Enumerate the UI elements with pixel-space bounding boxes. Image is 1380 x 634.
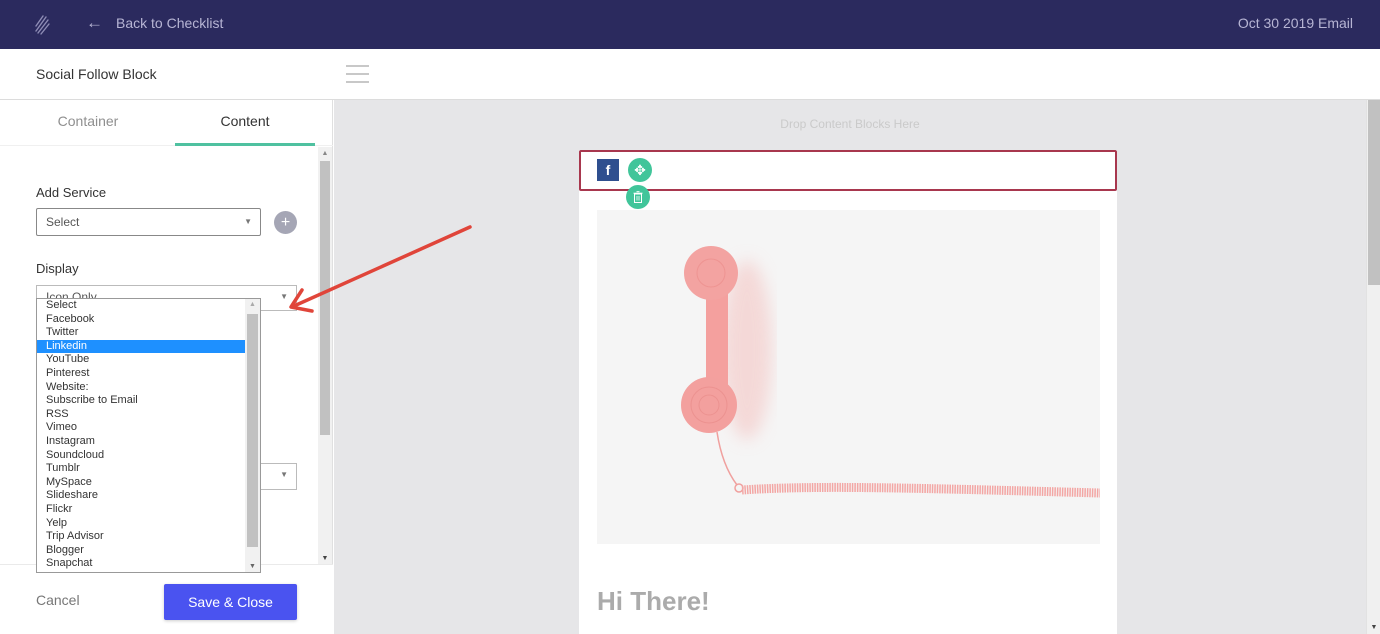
move-block-button[interactable]: ✥ [628, 158, 652, 182]
brand-logo-icon[interactable] [33, 12, 53, 36]
scroll-down-icon[interactable]: ▼ [1367, 624, 1380, 631]
facebook-icon[interactable]: f [597, 159, 619, 181]
move-arrows-icon: ✥ [634, 162, 646, 178]
tab-content[interactable]: Content [175, 100, 315, 146]
dropdown-option[interactable]: RSS [37, 408, 246, 422]
save-close-button[interactable]: Save & Close [164, 584, 297, 620]
dropdown-option[interactable]: Blogger [37, 544, 246, 558]
sidebar-scrollbar[interactable]: ▲ ▼ [318, 147, 332, 564]
sidebar-footer: Cancel Save & Close [0, 564, 333, 634]
scroll-down-icon[interactable]: ▼ [318, 555, 332, 562]
trash-icon [633, 191, 643, 203]
hamburger-icon[interactable] [346, 65, 369, 83]
email-canvas: Drop Content Blocks Here f ✥ Hi There! [334, 100, 1366, 634]
scroll-up-icon[interactable]: ▲ [245, 301, 260, 308]
delete-block-button[interactable] [626, 185, 650, 209]
sidebar-tabs: Container Content [0, 100, 333, 146]
email-heading[interactable]: Hi There! [597, 586, 710, 617]
add-service-value: Select [46, 215, 80, 229]
scroll-up-icon[interactable]: ▲ [318, 150, 332, 157]
chevron-down-icon: ▼ [280, 292, 288, 301]
scroll-down-icon[interactable]: ▼ [245, 563, 260, 570]
dropdown-option[interactable]: Subscribe to Email [37, 394, 246, 408]
telephone-image[interactable] [597, 210, 1100, 544]
top-bar: ← Back to Checklist Oct 30 2019 Email [0, 0, 1380, 49]
drop-zone-hint[interactable]: Drop Content Blocks Here [334, 117, 1366, 131]
dropdown-option[interactable]: Website: [37, 381, 246, 395]
dropdown-option[interactable]: Vimeo [37, 421, 246, 435]
dropdown-options: Select Facebook Twitter Linkedin YouTube Pint… [37, 299, 246, 571]
back-label: Back to Checklist [116, 14, 224, 31]
dropdown-option[interactable]: Select [37, 299, 246, 313]
arrow-left-icon: ← [86, 13, 103, 32]
dropdown-option[interactable]: MySpace [37, 476, 246, 490]
add-service-select[interactable]: Select ▼ [36, 208, 261, 236]
chevron-down-icon: ▼ [244, 217, 252, 226]
add-service-label: Add Service [36, 185, 107, 200]
cancel-button[interactable]: Cancel [36, 592, 80, 608]
scrollbar-thumb[interactable] [1368, 100, 1380, 285]
dropdown-option[interactable]: Twitter [37, 326, 246, 340]
back-to-checklist-link[interactable]: ← Back to Checklist [86, 14, 223, 31]
canvas-scrollbar[interactable]: ▼ [1366, 100, 1380, 634]
tab-container[interactable]: Container [18, 100, 158, 146]
dropdown-option[interactable]: Pinterest [37, 367, 246, 381]
dropdown-option[interactable]: Soundcloud [37, 449, 246, 463]
scrollbar-thumb[interactable] [247, 314, 258, 547]
email-title: Oct 30 2019 Email [1237, 15, 1353, 31]
dropdown-option[interactable]: Instagram [37, 435, 246, 449]
dropdown-option[interactable]: Yelp [37, 517, 246, 531]
block-header: Social Follow Block [0, 49, 1380, 100]
plus-icon: + [280, 214, 291, 231]
dropdown-option[interactable]: Tumblr [37, 462, 246, 476]
dropdown-option[interactable]: Trip Advisor [37, 530, 246, 544]
dropdown-scrollbar[interactable]: ▲ ▼ [245, 299, 260, 572]
email-body: f ✥ Hi There! [579, 150, 1117, 634]
service-dropdown-list[interactable]: Select Facebook Twitter Linkedin YouTube Pint… [36, 298, 261, 573]
dropdown-option[interactable]: Facebook [37, 313, 246, 327]
dropdown-option[interactable]: YouTube [37, 353, 246, 367]
scrollbar-thumb[interactable] [320, 161, 330, 435]
dropdown-option[interactable]: Flickr [37, 503, 246, 517]
dropdown-option[interactable]: Linkedin [37, 339, 246, 354]
chevron-down-icon: ▼ [280, 470, 288, 479]
block-title: Social Follow Block [36, 66, 157, 82]
social-follow-block[interactable]: f ✥ [579, 150, 1117, 191]
dropdown-option[interactable]: Snapchat [37, 557, 246, 571]
dropdown-option[interactable]: Slideshare [37, 489, 246, 503]
display-label: Display [36, 261, 79, 276]
add-service-button[interactable]: + [274, 211, 297, 234]
